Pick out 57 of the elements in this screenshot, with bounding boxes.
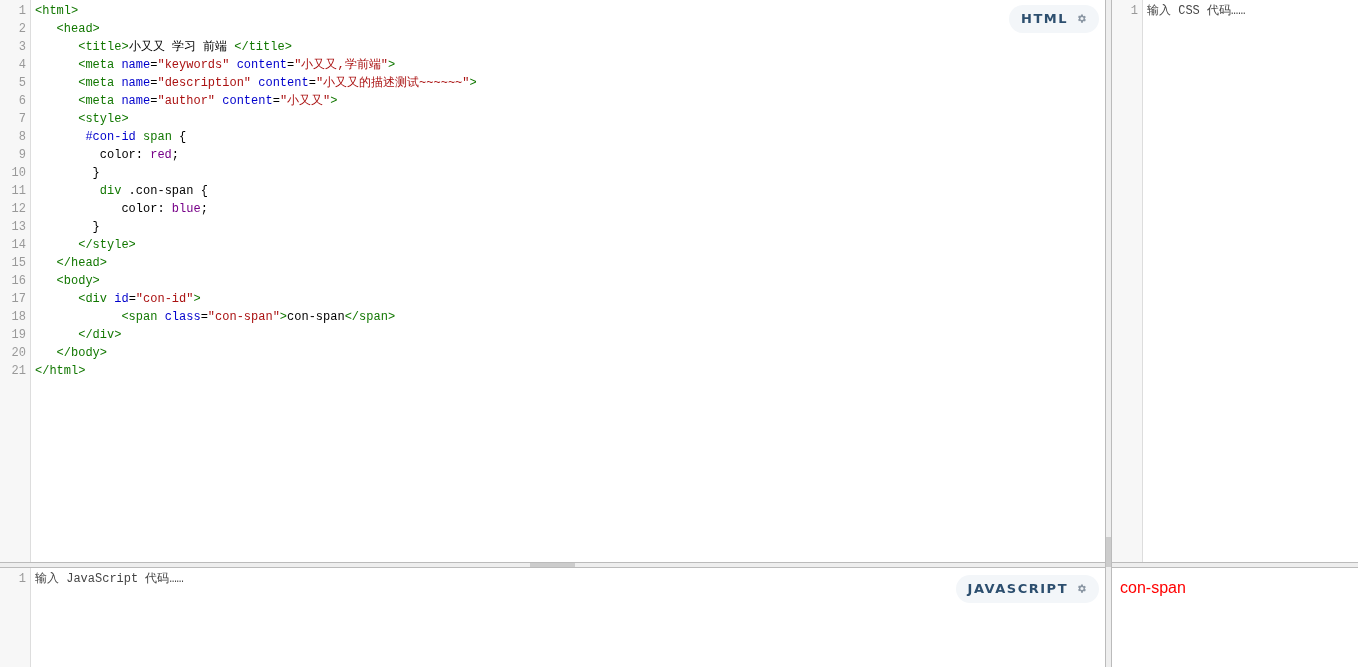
code-line: div .con-span { (98, 183, 208, 200)
line-number: 15 (10, 255, 27, 272)
code-line: </div> (77, 327, 122, 344)
javascript-editor[interactable]: 1 输入 JavaScript 代码…… JAVASCRIPT (0, 568, 1105, 667)
line-number: 16 (10, 273, 27, 290)
line-number: 10 (10, 165, 27, 182)
language-label: HTML (1021, 10, 1068, 28)
code-line: <meta name="description" content="小又又的描述测试~~~~~~"> (77, 75, 477, 92)
code-line: </html> (35, 363, 86, 380)
code-line: </head> (55, 255, 107, 272)
line-number: 3 (17, 39, 27, 56)
line-number: 8 (17, 129, 27, 146)
line-number: 1 (1129, 3, 1139, 20)
line-number: 12 (10, 201, 27, 218)
line-number: 19 (10, 327, 27, 344)
resize-handle[interactable] (1106, 537, 1111, 567)
line-number: 11 (10, 183, 27, 200)
code-line: <meta name="author" content="小又又"> (77, 93, 338, 110)
settings-icon[interactable] (1076, 13, 1087, 25)
code-line: </body> (55, 345, 107, 362)
code-line: #con-id span { (84, 129, 187, 146)
settings-icon[interactable] (1076, 583, 1087, 595)
line-number: 5 (17, 75, 27, 92)
css-editor[interactable]: 1 输入 CSS 代码…… (1112, 0, 1358, 562)
code-line: <html> (35, 3, 79, 20)
line-number: 21 (10, 363, 27, 380)
line-number: 2 (17, 21, 27, 38)
line-number: 1 (17, 3, 27, 20)
line-number: 9 (17, 147, 27, 164)
line-number: 20 (10, 345, 27, 362)
line-number: 14 (10, 237, 27, 254)
code-line: color: red; (98, 147, 180, 164)
line-number: 7 (17, 111, 27, 128)
line-number: 4 (17, 57, 27, 74)
line-number: 18 (10, 309, 27, 326)
language-badge[interactable]: JAVASCRIPT (955, 575, 1099, 603)
code-line: <span class="con-span">con-span</span> (120, 309, 396, 326)
code-line: } (91, 165, 100, 182)
code-line: <title>小又又 学习 前端 </title> (77, 39, 292, 56)
editor-placeholder: 输入 CSS 代码…… (1147, 3, 1246, 20)
language-label: JAVASCRIPT (967, 580, 1068, 598)
code-line: <style> (77, 111, 129, 128)
code-line: <meta name="keywords" content="小又又,学前端"> (77, 57, 396, 74)
line-number: 1 (17, 571, 27, 588)
language-badge[interactable]: HTML (1009, 5, 1099, 33)
code-line: <div id="con-id"> (77, 291, 201, 308)
line-number: 6 (17, 93, 27, 110)
resize-handle[interactable] (530, 563, 575, 567)
code-line: </style> (77, 237, 136, 254)
preview-text: con-span (1120, 579, 1186, 596)
code-line: <body> (55, 273, 100, 290)
code-line: } (91, 219, 100, 236)
editor-placeholder: 输入 JavaScript 代码…… (35, 571, 184, 588)
line-number: 17 (10, 291, 27, 308)
line-number: 13 (10, 219, 27, 236)
code-line: color: blue; (120, 201, 208, 218)
code-line: <head> (55, 21, 100, 38)
